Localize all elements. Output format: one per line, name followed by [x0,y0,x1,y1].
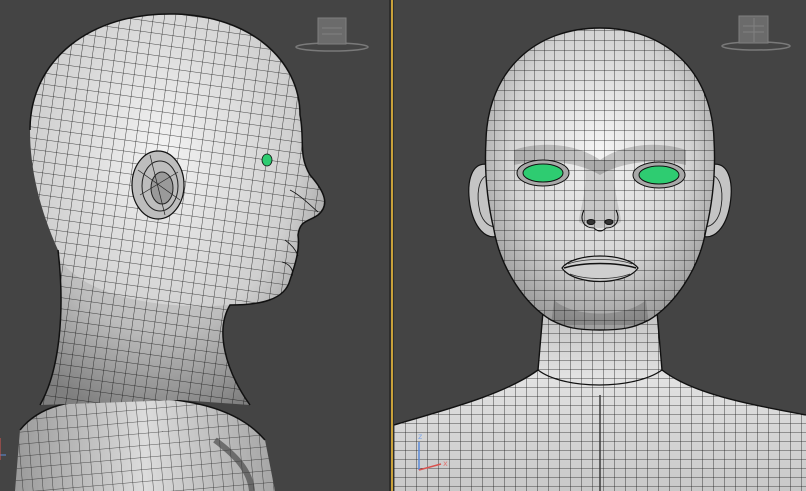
viewcube-left[interactable] [295,17,369,52]
active-viewport-border [391,0,393,491]
viewport-left-side[interactable] [0,0,389,491]
axis-gizmo-left [0,438,6,460]
viewcube-right[interactable] [721,15,791,51]
eye-side [261,153,273,167]
axis-z-label: z [418,432,422,441]
axis-x-label: x [443,459,448,468]
front-view-canvas: z x [394,15,806,491]
viewport-right-front[interactable]: z x [394,0,806,491]
ear-mesh [131,150,185,220]
side-view-canvas [0,13,369,491]
eye-left-front [516,159,570,187]
shoulder-mesh [15,396,275,491]
eye-right-front [632,161,686,189]
